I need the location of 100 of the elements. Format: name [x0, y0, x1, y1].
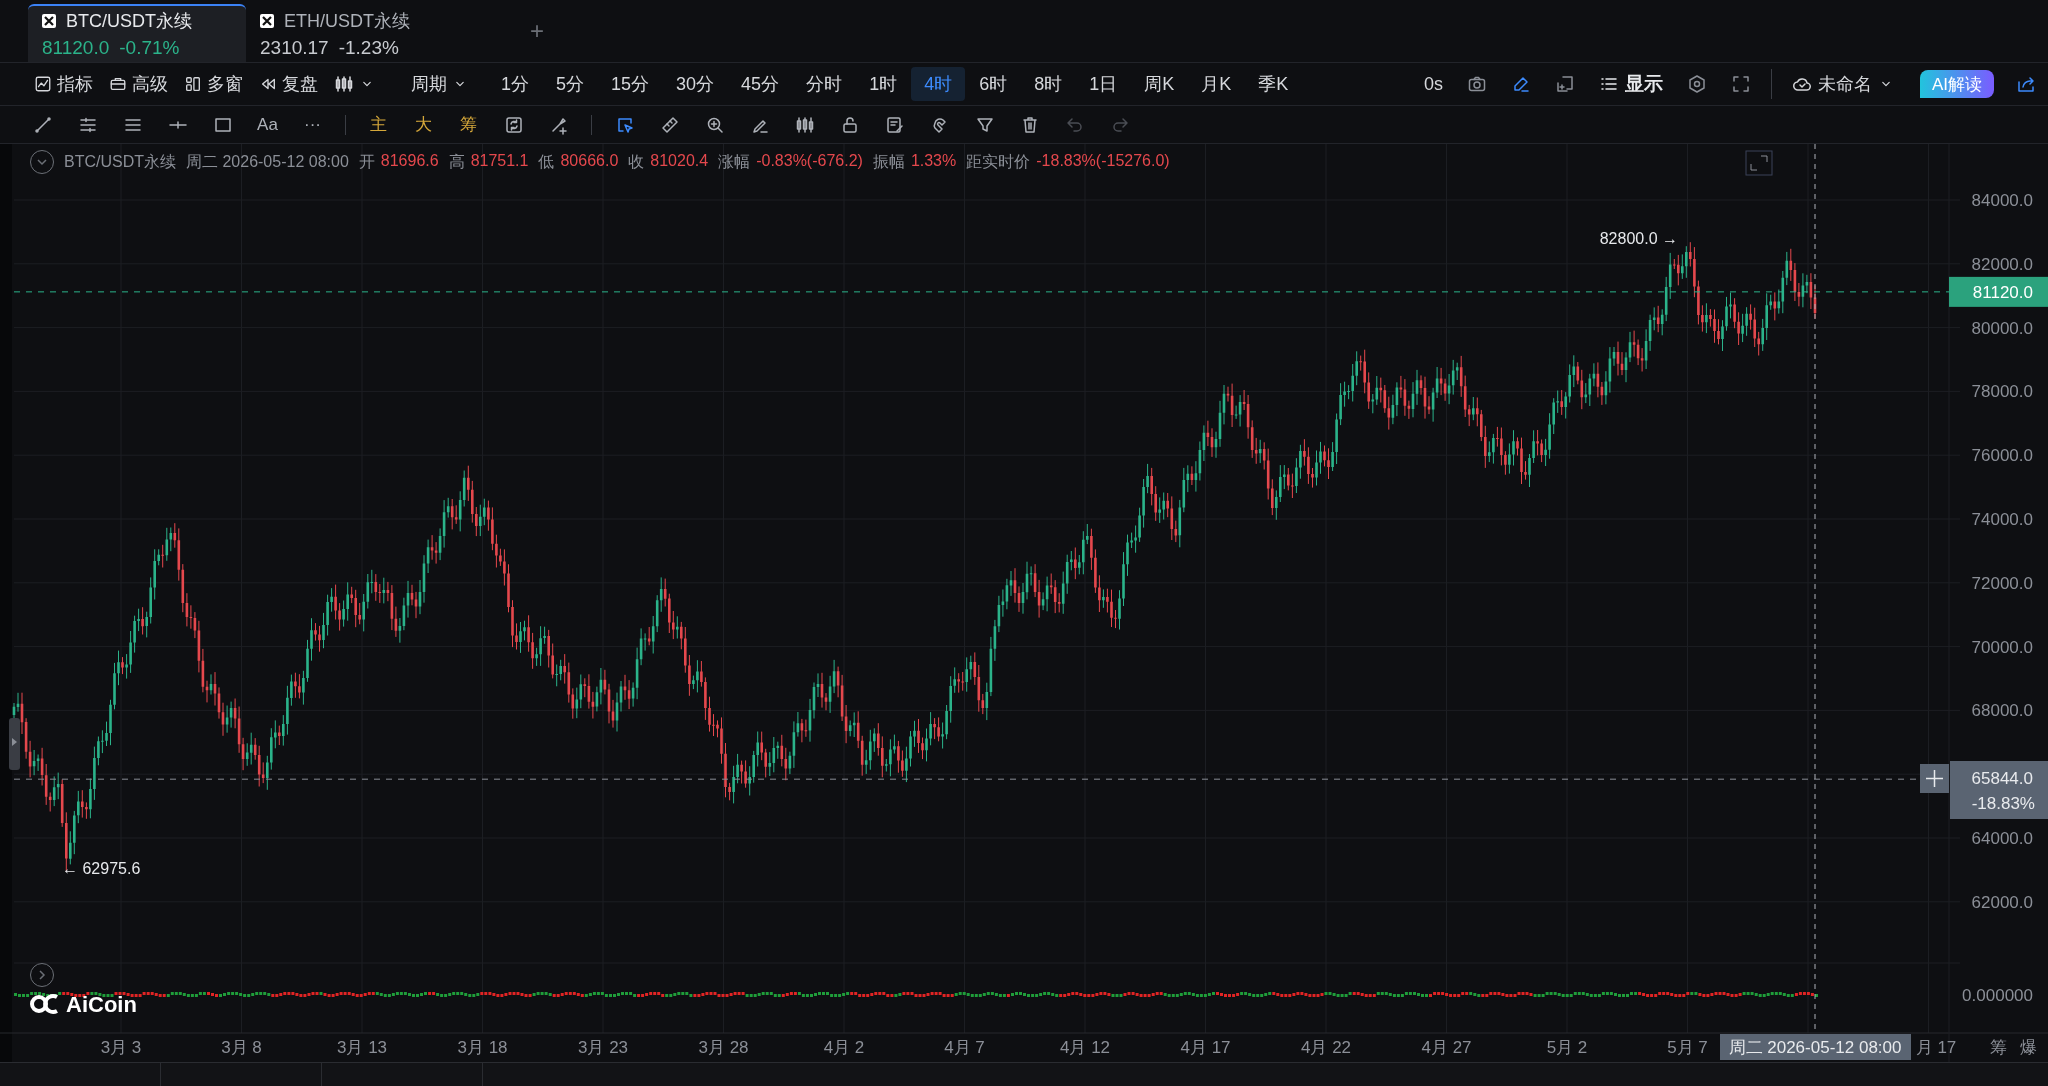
timeframe-button[interactable]: 季K — [1245, 67, 1302, 101]
date-axis-label: 3月 13 — [336, 1038, 388, 1057]
price-axis-label: 76000.0 — [1971, 446, 2033, 466]
timeframe-button[interactable]: 月K — [1188, 67, 1245, 101]
watermark-logo-text: AiCoin — [66, 992, 137, 1017]
candlestick-icon — [794, 114, 815, 135]
new-tab-button[interactable]: + — [524, 16, 550, 46]
layer-toggle[interactable]: 主 — [356, 108, 401, 141]
info-label: 距实时价 — [966, 151, 1031, 172]
add-button[interactable] — [1920, 764, 1949, 793]
date-axis-label: 3月 23 — [577, 1038, 629, 1057]
info-label: 低 — [538, 151, 555, 172]
info-value: 1.33% — [910, 151, 957, 171]
info-symbol: BTC/USDT永续 — [64, 151, 176, 172]
timeframe-button[interactable]: 1日 — [1076, 67, 1131, 101]
low-label: ← 62975.6 — [62, 860, 141, 877]
info-value: -18.83%(-15276.0) — [1036, 151, 1170, 171]
timeframe-button[interactable]: 分时 — [793, 67, 856, 101]
x-mark-icon — [42, 14, 56, 28]
timeframe-button[interactable]: 4时 — [911, 67, 966, 101]
price-axis-label: 84000.0 — [1971, 191, 2033, 210]
toolbar-menu-button[interactable]: 指标 — [28, 68, 99, 100]
symbol-name: ETH/USDT永续 — [284, 10, 410, 33]
pane-label[interactable]: 爆 — [2020, 1038, 2037, 1057]
date-axis-label: 4月 22 — [1300, 1038, 1352, 1057]
symbol-change: -0.71% — [119, 37, 180, 59]
info-label: 开 — [358, 151, 375, 172]
symbol-tab[interactable]: ETH/USDT永续 2310.17 -1.23% — [246, 4, 464, 62]
timeframe-button[interactable]: 1时 — [856, 67, 911, 101]
info-value: -0.83%(-676.2) — [756, 151, 863, 171]
indicator-axis-label: 0.000000 — [1962, 986, 2033, 1005]
crosshair-price-tag: 65844.0 -18.83% — [1950, 761, 2048, 819]
candlestick-icon — [334, 74, 354, 94]
camera-icon — [1466, 74, 1487, 94]
edit-note-icon — [884, 114, 905, 135]
info-value: 81751.1 — [470, 151, 529, 171]
price-axis-label: 78000.0 — [1971, 382, 2033, 402]
date-axis-label: 5月 2 — [1546, 1038, 1588, 1057]
layout-dropdown[interactable]: 未命名 — [1779, 68, 1906, 100]
toolbar-menu-button[interactable]: 复盘 — [253, 68, 324, 100]
timeframe-button[interactable]: 6时 — [966, 67, 1021, 101]
price-axis-label: 64000.0 — [1971, 829, 2033, 848]
tool-button[interactable]: Aa — [245, 108, 290, 141]
price-tag: 81120.0 — [1949, 276, 2048, 307]
price-axis-label: 74000.0 — [1971, 510, 2033, 529]
display-button[interactable]: 显示 — [1586, 68, 1675, 100]
ruler-icon — [659, 114, 680, 135]
pane-label[interactable]: 筹 — [1990, 1038, 2007, 1057]
date-axis-label: 3月 28 — [698, 1038, 749, 1057]
countdown-button[interactable]: 0s — [1411, 68, 1455, 100]
layer-toggle[interactable]: 大 — [401, 108, 446, 141]
price-axis-label: 72000.0 — [1971, 573, 2033, 593]
info-value: 81696.6 — [380, 151, 439, 171]
timeframe-button[interactable]: 45分 — [728, 67, 793, 101]
date-axis-label: 月 17 — [1915, 1038, 1957, 1057]
x-mark-icon — [260, 14, 274, 28]
high-label: 82800.0 → — [1599, 230, 1678, 247]
info-label: 振幅 — [872, 151, 905, 172]
timeframe-button[interactable]: 周K — [1131, 67, 1188, 101]
line-chart-icon — [34, 75, 52, 93]
info-value: 81020.4 — [650, 151, 709, 171]
timeframe-button[interactable]: 15分 — [598, 67, 663, 101]
share-icon — [2016, 74, 2036, 94]
logo-icon — [30, 994, 58, 1014]
info-time: 周二 2026-05-12 08:00 — [186, 151, 349, 172]
timeframe-button[interactable]: 1分 — [488, 67, 542, 101]
chevron-right-icon — [36, 969, 48, 981]
layer-toggle[interactable]: 筹 — [446, 108, 491, 141]
price-axis-label: 82000.0 — [1971, 254, 2033, 274]
timeframe-button[interactable]: 8时 — [1021, 67, 1076, 101]
symbol-tab[interactable]: BTC/USDT永续 81120.0 -0.71% — [28, 4, 246, 62]
info-value: 80666.0 — [560, 151, 619, 171]
info-label: 收 — [628, 151, 645, 172]
tool-button[interactable]: ··· — [290, 108, 335, 141]
date-axis-label: 3月 8 — [221, 1038, 262, 1057]
date-axis-label: 4月 7 — [944, 1038, 985, 1057]
price-axis-label: 80000.0 — [1971, 318, 2033, 338]
panel-handle[interactable] — [9, 718, 20, 770]
refresh-icon — [503, 114, 524, 135]
symbol-change: -1.23% — [338, 37, 399, 59]
toolbar-menu-button[interactable]: 多窗 — [178, 68, 249, 100]
settings-icon — [1686, 74, 1707, 94]
symbol-name: BTC/USDT永续 — [66, 10, 192, 33]
info-label: 高 — [448, 151, 465, 172]
timeframe-button[interactable]: 30分 — [663, 67, 728, 101]
chevron-down-icon — [36, 156, 48, 168]
symbol-price: 81120.0 — [42, 37, 110, 59]
toolbar-menu-button[interactable]: 高级 — [103, 68, 174, 100]
period-dropdown[interactable]: 周期 — [405, 68, 474, 100]
date-axis-label: 4月 2 — [823, 1038, 865, 1057]
date-axis-label: 3月 3 — [100, 1038, 142, 1057]
briefcase-icon — [109, 75, 127, 93]
crosshair-date-tag: 周二 2026-05-12 08:00 — [1720, 1034, 1911, 1060]
add-window-icon — [1554, 74, 1575, 94]
timeframe-button[interactable]: 5分 — [543, 67, 598, 101]
expand-icon — [1730, 74, 1751, 94]
horizontal-line-icon — [167, 120, 188, 129]
windows-icon — [184, 75, 202, 93]
date-axis-label: 5月 7 — [1667, 1038, 1708, 1057]
price-axis-label: 68000.0 — [1971, 701, 2033, 721]
